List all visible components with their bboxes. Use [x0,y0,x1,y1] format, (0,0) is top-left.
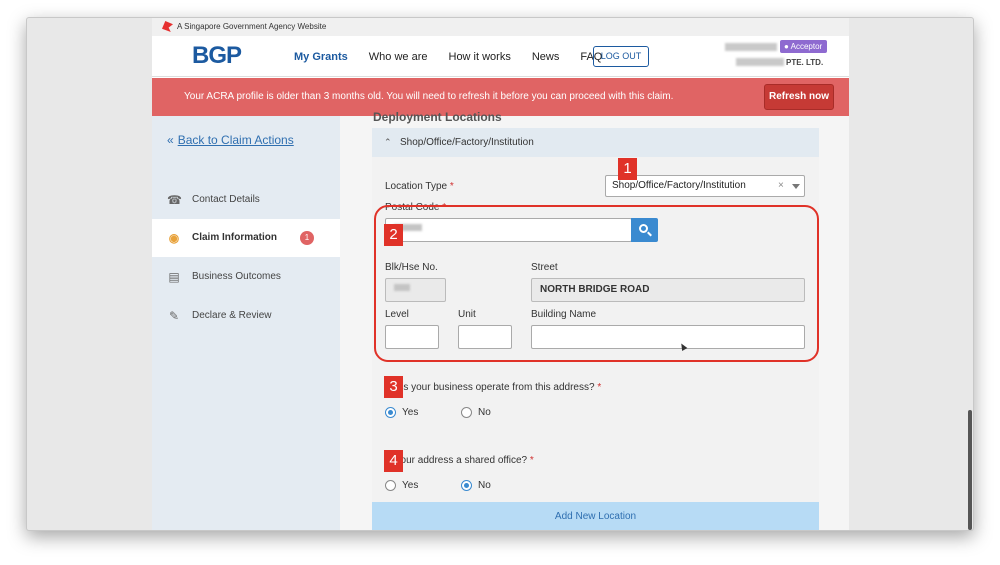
pen-icon: ✎ [168,309,180,323]
postal-code-label: Postal Code * [385,202,447,213]
bgp-logo[interactable]: BGP [192,42,242,70]
error-count-badge: 1 [300,231,314,245]
nav-my-grants[interactable]: My Grants [294,51,348,63]
operate-question: Does your business operate from this add… [385,382,602,393]
main-nav: My Grants Who we are How it works News F… [294,51,623,63]
postal-search-button[interactable] [631,218,658,242]
claim-form-area: Deployment Locations ⌃ Shop/Office/Facto… [340,110,849,530]
refresh-now-button[interactable]: Refresh now [764,84,834,110]
alert-message: Your ACRA profile is older than 3 months… [184,91,674,102]
level-input[interactable] [385,325,439,349]
chart-icon: ▤ [168,270,180,284]
blk-input[interactable] [385,278,446,302]
nav-news[interactable]: News [532,51,560,63]
section-title: Deployment Locations [373,110,502,124]
shared-yes-option[interactable]: Yes [385,480,418,491]
building-name-input[interactable] [531,325,805,349]
add-new-location-button[interactable]: Add New Location [372,502,819,530]
postal-code-input[interactable] [385,218,632,242]
building-name-label: Building Name [531,309,597,320]
level-label: Level [385,309,409,320]
back-to-claim-actions-link[interactable]: «Back to Claim Actions [167,133,294,147]
location-panel: ⌃ Shop/Office/Factory/Institution Locati… [372,128,819,530]
clear-icon[interactable]: × [778,176,784,196]
street-label: Street [531,262,558,273]
radio-selected-icon[interactable] [461,480,472,491]
user-name-redacted [725,43,777,51]
step-marker-2: 2 [384,224,403,246]
logout-button[interactable]: LOG OUT [593,46,649,67]
company-name-redacted [736,58,784,66]
phone-icon: ☎ [167,193,182,207]
role-badge: ● Acceptor [780,40,828,53]
blk-redacted [394,284,410,291]
nav-how-it-works[interactable]: How it works [449,51,511,63]
gov-agency-text: A Singapore Government Agency Website [177,22,327,31]
radio-empty-icon[interactable] [461,407,472,418]
sidebar-item-claim-information[interactable]: ◉ Claim Information 1 [152,219,340,257]
location-type-label: Location Type * [385,181,454,192]
web-page: A Singapore Government Agency Website BG… [152,18,849,530]
nav-who-we-are[interactable]: Who we are [369,51,428,63]
piggy-bank-icon: ◉ [168,231,180,245]
location-accordion-header[interactable]: ⌃ Shop/Office/Factory/Institution [372,128,819,157]
double-chevron-left-icon: « [167,133,174,147]
operate-no-option[interactable]: No [461,407,491,418]
shared-office-question: Is your address a shared office? * [385,455,534,466]
step-marker-3: 3 [384,376,403,398]
radio-selected-icon[interactable] [385,407,396,418]
user-icon: ● [784,42,791,51]
unit-label: Unit [458,309,476,320]
sidebar-item-business-outcomes[interactable]: ▤ Business Outcomes [152,258,340,296]
sidebar-item-contact-details[interactable]: ☎ Contact Details [152,181,340,219]
sidebar-item-declare-review[interactable]: ✎ Declare & Review [152,297,340,335]
window-scrollbar[interactable] [968,410,972,530]
operate-yes-option[interactable]: Yes [385,407,418,418]
caret-down-icon[interactable] [792,184,800,189]
chevron-up-icon: ⌃ [384,137,392,147]
radio-empty-icon[interactable] [385,480,396,491]
app-window: A Singapore Government Agency Website BG… [26,17,974,531]
company-name: PTE. LTD. [736,58,823,67]
gov-agency-strip: A Singapore Government Agency Website [152,18,849,36]
street-input[interactable]: NORTH BRIDGE ROAD [531,278,805,302]
blk-label: Blk/Hse No. [385,262,438,273]
lion-head-icon [162,21,173,32]
step-marker-4: 4 [384,450,403,472]
shared-no-option[interactable]: No [461,480,491,491]
site-header: BGP My Grants Who we are How it works Ne… [152,36,849,77]
step-marker-1: 1 [618,158,637,180]
claim-sidebar: «Back to Claim Actions ☎ Contact Details… [152,116,340,530]
unit-input[interactable] [458,325,512,349]
